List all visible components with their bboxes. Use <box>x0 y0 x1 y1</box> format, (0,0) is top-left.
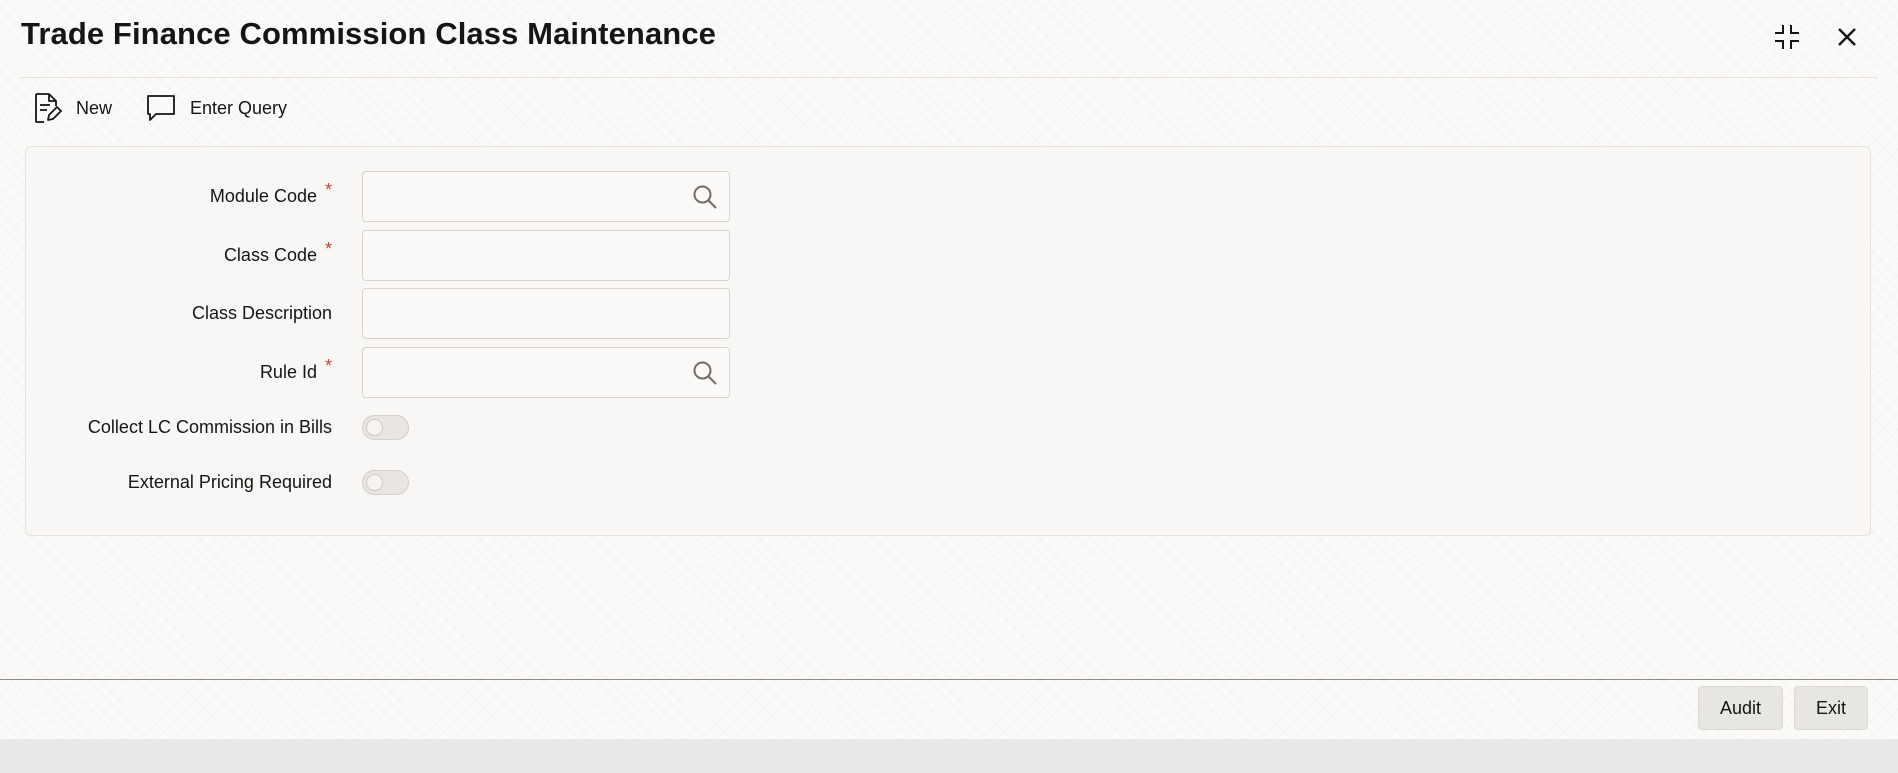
toggle-knob <box>366 474 383 491</box>
module-code-row: Module Code * <box>26 171 332 222</box>
module-code-label: Module Code * <box>26 180 332 207</box>
enter-query-label: Enter Query <box>190 97 288 118</box>
required-marker: * <box>324 356 332 376</box>
class-code-label-text: Class Code <box>223 245 317 265</box>
class-description-input[interactable] <box>363 289 729 338</box>
collect-lc-commission-toggle[interactable] <box>362 415 409 440</box>
collect-lc-commission-row: Collect LC Commission in Bills <box>26 414 332 440</box>
rule-id-row: Rule Id * <box>26 347 332 398</box>
rule-id-label-text: Rule Id <box>259 362 317 382</box>
close-icon[interactable] <box>1832 22 1862 52</box>
class-description-row: Class Description <box>26 288 332 339</box>
external-pricing-label: External Pricing Required <box>127 471 332 492</box>
class-description-label-text: Class Description <box>191 303 332 323</box>
new-label: New <box>76 97 113 118</box>
module-code-input[interactable] <box>363 172 681 221</box>
module-code-label-text: Module Code <box>209 186 317 206</box>
external-pricing-row: External Pricing Required <box>26 469 332 495</box>
search-icon[interactable] <box>681 172 729 221</box>
rule-id-field <box>362 347 730 398</box>
maintenance-window: Trade Finance Commission Class Maintenan… <box>0 0 1898 773</box>
required-marker: * <box>324 180 332 200</box>
collect-lc-commission-label: Collect LC Commission in Bills <box>87 416 332 437</box>
class-description-field <box>362 288 730 339</box>
footer-actions: Audit Exit <box>1697 686 1868 730</box>
external-pricing-toggle[interactable] <box>362 470 409 495</box>
page-title: Trade Finance Commission Class Maintenan… <box>21 16 717 51</box>
search-icon[interactable] <box>681 348 729 397</box>
rule-id-label: Rule Id * <box>26 356 332 383</box>
window-controls <box>1772 22 1862 52</box>
enter-query-button[interactable]: Enter Query <box>146 94 287 122</box>
document-edit-icon <box>32 92 62 124</box>
module-code-field <box>362 171 730 222</box>
class-code-row: Class Code * <box>26 230 332 281</box>
speech-bubble-icon <box>146 94 176 122</box>
footer-divider <box>0 679 1898 680</box>
class-description-label: Class Description <box>26 303 332 324</box>
audit-button[interactable]: Audit <box>1697 686 1783 730</box>
class-code-label: Class Code * <box>26 239 332 266</box>
toggle-knob <box>366 419 383 436</box>
class-code-field <box>362 230 730 281</box>
class-code-input[interactable] <box>363 231 729 280</box>
exit-button[interactable]: Exit <box>1793 686 1868 730</box>
rule-id-input[interactable] <box>363 348 681 397</box>
toolbar: New Enter Query <box>32 92 287 124</box>
header-divider <box>20 77 1878 78</box>
minimize-icon[interactable] <box>1772 22 1802 52</box>
form-panel: Module Code * Class Code * Class Descripti… <box>25 146 1871 536</box>
required-marker: * <box>324 239 332 259</box>
new-button[interactable]: New <box>32 92 112 124</box>
status-band <box>0 739 1898 773</box>
